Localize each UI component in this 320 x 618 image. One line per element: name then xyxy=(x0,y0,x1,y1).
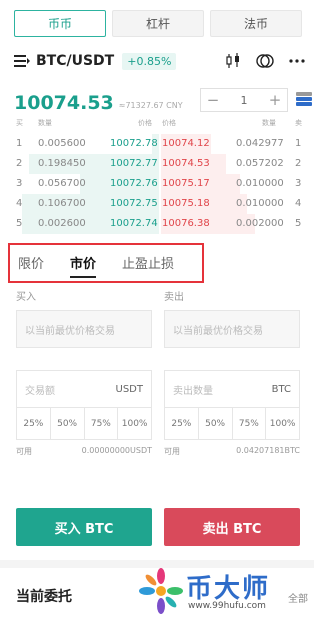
bid-price[interactable]: 10072.77 xyxy=(110,158,158,169)
sell-form: 卖出 以当前最优价格交易 卖出数量 BTC 25% 50% 75% 100% 可… xyxy=(164,288,300,457)
buy-amount-box: 交易额 USDT 25% 50% 75% 100% xyxy=(16,370,152,440)
ask-quantity: 0.057202 xyxy=(236,158,284,169)
watermark: 币大师 www.99hufu.com xyxy=(138,566,310,616)
ask-price[interactable]: 10075.18 xyxy=(162,198,210,209)
bid-index: 1 xyxy=(16,138,23,149)
buy-available-value: 0.00000000USDT xyxy=(81,446,152,455)
head-price-left: 价格 xyxy=(138,119,152,127)
pair-change-badge: +0.85% xyxy=(122,52,177,70)
order-book-row[interactable]: 3 0.056700 10072.76 10075.17 0.010000 3 xyxy=(14,174,306,194)
buy-percent-75[interactable]: 75% xyxy=(85,408,119,440)
buy-price-input[interactable]: 以当前最优价格交易 xyxy=(16,310,152,348)
order-book: 1 0.005600 10072.78 10074.12 0.042977 1 2 0.198… xyxy=(14,134,306,234)
sell-amount-box: 卖出数量 BTC 25% 50% 75% 100% xyxy=(164,370,300,440)
open-orders-title: 当前委托 xyxy=(16,589,72,605)
sell-percent-100[interactable]: 100% xyxy=(266,408,299,440)
compare-icon[interactable] xyxy=(256,52,274,70)
bid-index: 3 xyxy=(16,178,23,189)
depth-precision-stepper: − 1 + xyxy=(200,88,288,112)
ask-price[interactable]: 10074.53 xyxy=(162,158,210,169)
bid-index: 4 xyxy=(16,198,23,209)
more-icon[interactable] xyxy=(288,52,306,70)
bid-quantity: 0.198450 xyxy=(38,158,86,169)
bid-index: 2 xyxy=(16,158,23,169)
bid-price[interactable]: 10072.76 xyxy=(110,178,158,189)
stepper-plus-button[interactable]: + xyxy=(263,91,287,109)
buy-percent-25[interactable]: 25% xyxy=(17,408,51,440)
tab-margin[interactable]: 杠杆 xyxy=(112,10,204,37)
order-book-row[interactable]: 1 0.005600 10072.78 10074.12 0.042977 1 xyxy=(14,134,306,154)
tab-stop-limit[interactable]: 止盈止损 xyxy=(122,253,174,274)
ask-quantity: 0.010000 xyxy=(236,198,284,209)
head-sell: 卖 xyxy=(295,119,302,127)
pair-header: BTC/USDT +0.85% xyxy=(14,50,306,72)
watermark-logo-icon xyxy=(139,568,183,614)
watermark-url: www.99hufu.com xyxy=(188,601,266,611)
head-buy: 买 xyxy=(16,119,23,127)
sell-percent-25[interactable]: 25% xyxy=(165,408,199,440)
ask-price[interactable]: 10074.12 xyxy=(162,138,210,149)
market-type-tabs: 币币 杠杆 法币 xyxy=(14,10,302,38)
tab-spot[interactable]: 币币 xyxy=(14,10,106,37)
ask-quantity: 0.010000 xyxy=(236,178,284,189)
last-price: 10074.53 xyxy=(14,92,114,114)
bid-price[interactable]: 10072.78 xyxy=(110,138,158,149)
buy-amount-unit: USDT xyxy=(115,383,143,395)
sell-button[interactable]: 卖出 BTC xyxy=(164,508,300,546)
bid-price[interactable]: 10072.75 xyxy=(110,198,158,209)
sell-available-value: 0.04207181BTC xyxy=(236,446,300,455)
menu-icon[interactable] xyxy=(14,54,30,68)
order-book-row[interactable]: 2 0.198450 10072.77 10074.53 0.057202 2 xyxy=(14,154,306,174)
ask-quantity: 0.002000 xyxy=(236,218,284,229)
stepper-minus-button[interactable]: − xyxy=(201,91,225,109)
ask-index: 1 xyxy=(295,138,302,149)
ask-index: 5 xyxy=(295,218,302,229)
buy-percent-100[interactable]: 100% xyxy=(118,408,151,440)
head-price-right: 价格 xyxy=(162,119,176,127)
tab-market[interactable]: 市价 xyxy=(70,253,97,278)
tab-fiat[interactable]: 法币 xyxy=(210,10,302,37)
watermark-text: 币大师 xyxy=(186,574,271,604)
ask-index: 4 xyxy=(295,198,302,209)
pair-name[interactable]: BTC/USDT xyxy=(36,53,114,69)
bid-quantity: 0.005600 xyxy=(38,138,86,149)
buy-label: 买入 xyxy=(16,292,36,303)
depth-layout-icon[interactable] xyxy=(296,91,312,107)
sell-percent-50[interactable]: 50% xyxy=(199,408,233,440)
ask-quantity: 0.042977 xyxy=(236,138,284,149)
ask-index: 2 xyxy=(295,158,302,169)
ask-price[interactable]: 10075.17 xyxy=(162,178,210,189)
bid-price[interactable]: 10072.74 xyxy=(110,218,158,229)
sell-available-label: 可用 xyxy=(164,447,180,456)
price-row: 10074.53 ≈71327.67 CNY − 1 + xyxy=(14,86,312,114)
sell-price-input[interactable]: 以当前最优价格交易 xyxy=(164,310,300,348)
buy-percent-50[interactable]: 50% xyxy=(51,408,85,440)
sell-amount-unit: BTC xyxy=(271,383,291,395)
bid-index: 5 xyxy=(16,218,23,229)
bid-quantity: 0.056700 xyxy=(38,178,86,189)
buy-amount-input[interactable]: 交易额 xyxy=(25,382,55,397)
order-book-header: 买 数量 价格 价格 数量 卖 xyxy=(14,118,306,130)
bid-quantity: 0.002600 xyxy=(38,218,86,229)
order-book-row[interactable]: 5 0.002600 10072.74 10076.38 0.002000 5 xyxy=(14,214,306,234)
sell-label: 卖出 xyxy=(164,292,184,303)
buy-button[interactable]: 买入 BTC xyxy=(16,508,152,546)
cny-price: ≈71327.67 CNY xyxy=(118,101,183,110)
buy-available-label: 可用 xyxy=(16,447,32,456)
ask-price[interactable]: 10076.38 xyxy=(162,218,210,229)
candlestick-icon[interactable] xyxy=(224,52,242,70)
sell-amount-input[interactable]: 卖出数量 xyxy=(173,382,213,397)
buy-form: 买入 以当前最优价格交易 交易额 USDT 25% 50% 75% 100% 可… xyxy=(16,288,152,457)
head-qty-right: 数量 xyxy=(262,119,276,127)
sell-percent-75[interactable]: 75% xyxy=(233,408,267,440)
bid-quantity: 0.106700 xyxy=(38,198,86,209)
stepper-value: 1 xyxy=(240,93,248,107)
order-type-tabs: 限价 市价 止盈止损 xyxy=(8,243,204,283)
order-book-row[interactable]: 4 0.106700 10072.75 10075.18 0.010000 4 xyxy=(14,194,306,214)
tab-limit[interactable]: 限价 xyxy=(18,253,44,274)
head-qty-left: 数量 xyxy=(38,119,52,127)
ask-index: 3 xyxy=(295,178,302,189)
